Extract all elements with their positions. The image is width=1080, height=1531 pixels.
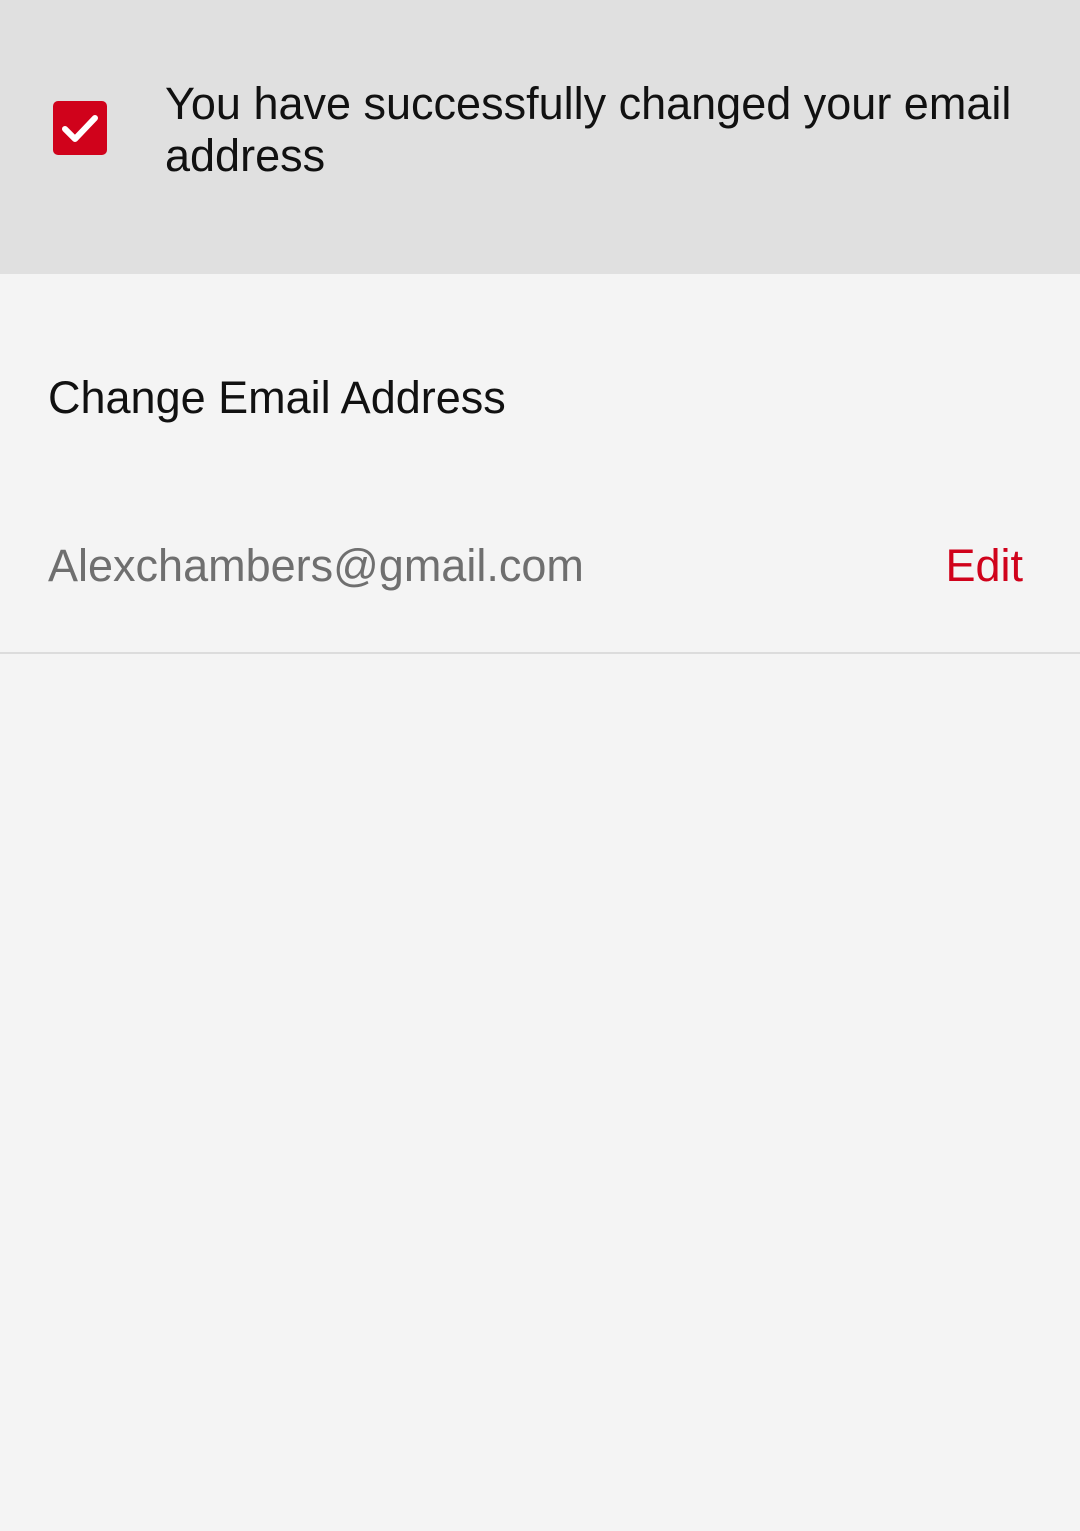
success-message: You have successfully changed your email… xyxy=(165,78,1012,181)
page-title: Change Email Address xyxy=(48,372,506,423)
success-banner: You have successfully changed your email… xyxy=(0,0,1080,274)
edit-email-button[interactable]: Edit xyxy=(945,538,1023,594)
email-row: Alexchambers@gmail.com Edit xyxy=(0,510,1080,654)
current-email: Alexchambers@gmail.com xyxy=(48,540,584,591)
checkbox-checked-icon xyxy=(53,101,107,155)
change-email-screen: You have successfully changed your email… xyxy=(0,0,1080,1531)
